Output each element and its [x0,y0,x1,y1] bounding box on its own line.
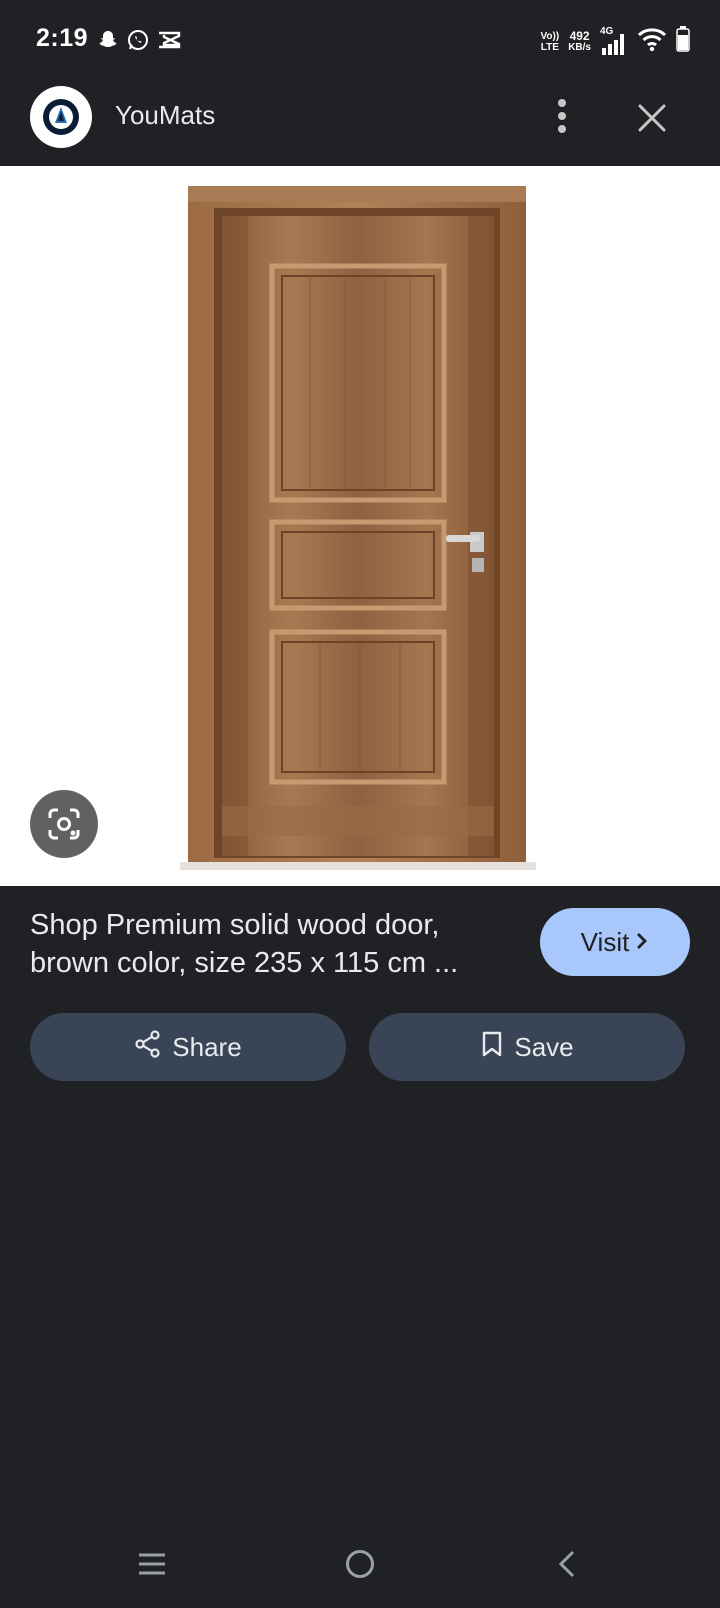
share-button[interactable]: Share [30,1013,346,1081]
capcut-icon [156,28,182,52]
save-button[interactable]: Save [369,1013,685,1081]
app-header: YouMats [0,80,720,166]
signal-icon: 4G [600,26,628,56]
result-image[interactable] [0,166,720,886]
network-speed: 492 KB/s [568,28,591,53]
recents-icon[interactable] [128,1540,176,1588]
snapchat-icon [96,28,120,52]
result-title-line-1: Shop Premium solid wood door, [30,909,440,941]
home-icon[interactable] [336,1540,384,1588]
share-icon [134,1029,162,1065]
battery-icon [676,26,690,57]
notification-icons [96,28,182,52]
volte-indicator: Vo)) LTE [540,30,560,53]
whatsapp-icon [126,28,150,52]
back-icon[interactable] [544,1540,592,1588]
door-image [180,186,536,870]
chevron-right-icon [635,927,649,958]
share-label: Share [172,1031,242,1062]
site-logo-icon[interactable] [30,86,92,148]
visit-button[interactable]: Visit [540,908,690,976]
system-nav-bar [0,1520,720,1608]
status-bar: 2:19 Vo)) LTE 492 KB/s 4G [0,0,720,80]
more-vert-icon[interactable] [540,94,584,138]
save-label: Save [514,1031,574,1062]
result-title-line-2: brown color, size 235 x 115 cm ... [30,947,459,979]
bookmark-icon [480,1030,504,1065]
visit-label: Visit [580,926,630,957]
close-icon[interactable] [628,94,676,142]
system-status-icons: Vo)) LTE 492 KB/s 4G [541,26,691,57]
result-title[interactable]: Shop Premium solid wood door, brown colo… [30,906,500,982]
site-name[interactable]: YouMats [115,100,215,131]
wifi-icon [637,26,667,57]
status-time: 2:19 [36,24,89,52]
google-lens-icon[interactable] [30,790,98,858]
